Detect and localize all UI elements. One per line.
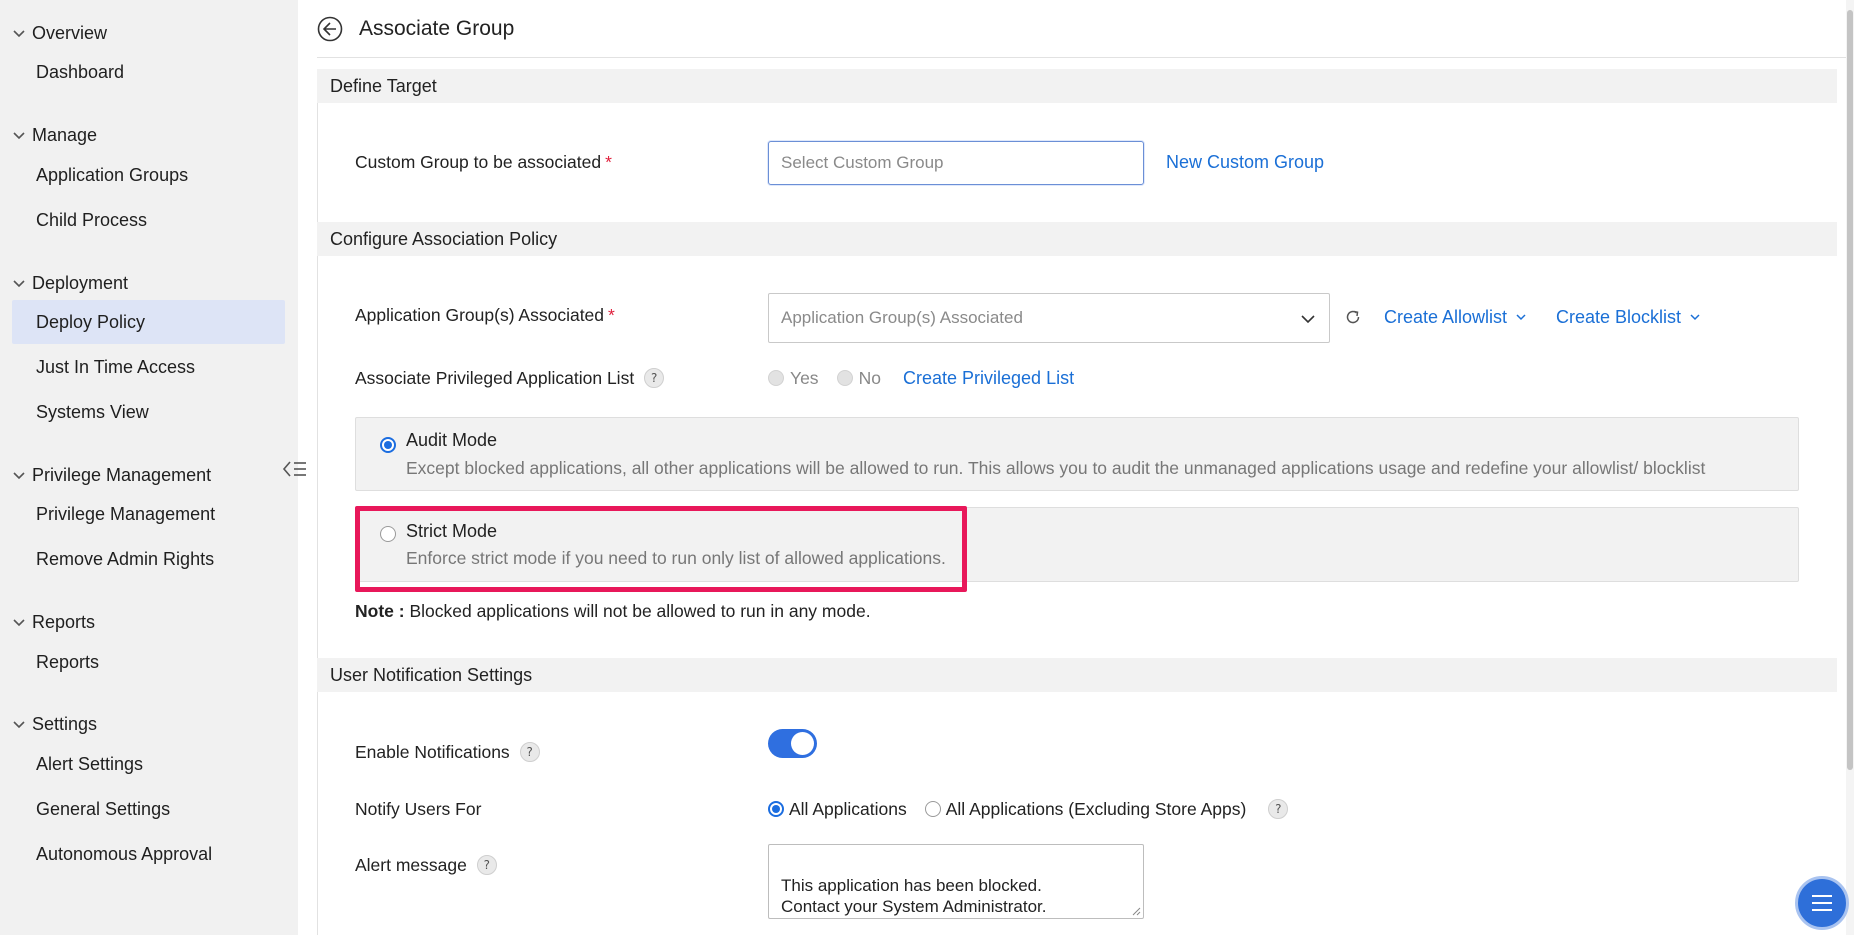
audit-mode-radio[interactable] <box>380 436 396 453</box>
required-mark: * <box>608 304 615 325</box>
scrollbar-thumb[interactable] <box>1847 10 1853 770</box>
nav-section-title: Privilege Management <box>32 464 212 485</box>
notify-users-label: Notify Users For <box>355 798 482 819</box>
page-title: Associate Group <box>359 16 515 40</box>
nav-section-privilege-management[interactable]: Privilege Management <box>0 460 211 490</box>
nav-section-title: Manage <box>32 124 98 145</box>
yes-label: Yes <box>790 367 819 388</box>
privileged-list-label-text: Associate Privileged Application List <box>355 367 635 388</box>
notify-users-radio-group: All Applications All Applications (Exclu… <box>768 796 1289 822</box>
chevron-down-icon <box>1301 315 1315 324</box>
create-allowlist-dropdown[interactable]: Create Allowlist <box>1384 304 1527 330</box>
nav-section-title: Overview <box>32 22 108 43</box>
nav-section-title: Reports <box>32 611 96 632</box>
alert-message-text: This application has been blocked. Conta… <box>781 876 1047 916</box>
nav-section-manage[interactable]: Manage <box>0 120 97 150</box>
sidebar-item-systems-view[interactable]: Systems View <box>12 390 285 434</box>
note-label: Note : <box>355 601 405 621</box>
alert-message-label: Alert message ? <box>355 852 497 878</box>
nav-section-reports[interactable]: Reports <box>0 607 95 637</box>
section-configure-association-policy: Configure Association Policy <box>317 222 1837 256</box>
yes-radio[interactable] <box>768 370 784 386</box>
create-blocklist-dropdown[interactable]: Create Blocklist <box>1556 304 1701 330</box>
nav-section-title: Deployment <box>32 272 129 293</box>
sidebar-item-application-groups[interactable]: Application Groups <box>12 153 285 197</box>
create-privileged-list-link[interactable]: Create Privileged List <box>903 365 1074 391</box>
all-applications-radio[interactable] <box>768 801 784 817</box>
chevron-down-icon <box>13 472 25 480</box>
custom-group-label-text: Custom Group to be associated <box>355 151 602 172</box>
main-content: Associate Group Define Target Custom Gro… <box>317 0 1854 935</box>
audit-mode-title: Audit Mode <box>406 430 498 450</box>
nav-section-settings[interactable]: Settings <box>0 709 97 739</box>
menu-fab-button[interactable] <box>1795 876 1849 930</box>
alert-message-label-text: Alert message <box>355 854 467 875</box>
excluding-store-apps-radio[interactable] <box>924 801 941 817</box>
chevron-down-icon <box>13 30 25 38</box>
no-label: No <box>858 367 881 388</box>
sidebar-item-alert-settings[interactable]: Alert Settings <box>12 742 285 786</box>
policy-note: Note : Blocked applications will not be … <box>355 601 871 622</box>
excluding-store-apps-label: All Applications (Excluding Store Apps) <box>945 798 1247 819</box>
audit-mode-card[interactable]: Audit Mode Except blocked applications, … <box>355 417 1799 491</box>
enable-notifications-label: Enable Notifications ? <box>355 739 540 765</box>
all-applications-label: All Applications <box>789 798 907 819</box>
back-arrow-icon[interactable] <box>317 16 343 42</box>
alert-message-textarea[interactable]: This application has been blocked. Conta… <box>768 844 1144 919</box>
custom-group-label: Custom Group to be associated * <box>355 149 612 175</box>
app-groups-placeholder: Application Group(s) Associated <box>781 308 1023 327</box>
page-header: Associate Group <box>317 0 1847 58</box>
sidebar-item-reports[interactable]: Reports <box>12 640 285 684</box>
custom-group-select[interactable]: Select Custom Group <box>768 141 1144 185</box>
privileged-list-label: Associate Privileged Application List ? <box>355 365 665 391</box>
sidebar: Overview Dashboard Manage Application Gr… <box>0 0 298 935</box>
resize-handle-icon[interactable] <box>1131 906 1141 916</box>
required-mark: * <box>605 151 612 172</box>
sidebar-item-just-in-time-access[interactable]: Just In Time Access <box>12 345 285 389</box>
new-custom-group-link[interactable]: New Custom Group <box>1166 149 1324 175</box>
sidebar-item-autonomous-approval[interactable]: Autonomous Approval <box>12 832 285 876</box>
sidebar-item-general-settings[interactable]: General Settings <box>12 787 285 831</box>
sidebar-item-remove-admin-rights[interactable]: Remove Admin Rights <box>12 537 285 581</box>
enable-notifications-toggle[interactable] <box>768 729 817 758</box>
nav-section-title: Settings <box>32 713 98 734</box>
chevron-down-icon <box>13 280 25 288</box>
audit-mode-description: Except blocked applications, all other a… <box>406 458 1706 478</box>
help-icon[interactable]: ? <box>1268 799 1289 819</box>
chevron-down-icon <box>13 132 25 140</box>
app-groups-label-text: Application Group(s) Associated <box>355 304 605 325</box>
create-blocklist-label: Create Blocklist <box>1556 306 1682 327</box>
app-groups-select[interactable]: Application Group(s) Associated <box>768 293 1330 343</box>
sidebar-item-child-process[interactable]: Child Process <box>12 198 285 242</box>
sidebar-item-deploy-policy[interactable]: Deploy Policy <box>12 300 285 344</box>
app-groups-label: Application Group(s) Associated * <box>355 302 615 328</box>
nav-section-deployment[interactable]: Deployment <box>0 268 128 298</box>
collapse-sidebar-icon[interactable] <box>282 458 308 480</box>
section-define-target: Define Target <box>317 69 1837 103</box>
chevron-down-icon <box>13 721 25 729</box>
note-text: Blocked applications will not be allowed… <box>409 601 871 621</box>
create-allowlist-label: Create Allowlist <box>1384 306 1508 327</box>
highlight-box <box>355 506 967 592</box>
custom-group-placeholder: Select Custom Group <box>781 153 944 172</box>
sidebar-item-privilege-management[interactable]: Privilege Management <box>12 492 285 536</box>
help-icon[interactable]: ? <box>519 742 540 762</box>
help-icon[interactable]: ? <box>644 368 665 388</box>
help-icon[interactable]: ? <box>476 855 497 875</box>
chevron-down-icon <box>13 619 25 627</box>
no-radio[interactable] <box>836 370 853 386</box>
menu-icon <box>1812 895 1832 911</box>
enable-notifications-label-text: Enable Notifications <box>355 741 510 762</box>
refresh-icon[interactable] <box>1344 308 1362 326</box>
privileged-radio-group: Yes No <box>768 365 881 391</box>
chevron-down-icon <box>1516 314 1526 321</box>
nav-section-overview[interactable]: Overview <box>0 18 107 48</box>
content-divider <box>317 69 318 935</box>
sidebar-item-dashboard[interactable]: Dashboard <box>12 50 285 94</box>
chevron-down-icon <box>1690 314 1700 321</box>
scrollbar[interactable] <box>1846 0 1854 935</box>
section-user-notification-settings: User Notification Settings <box>317 658 1837 692</box>
